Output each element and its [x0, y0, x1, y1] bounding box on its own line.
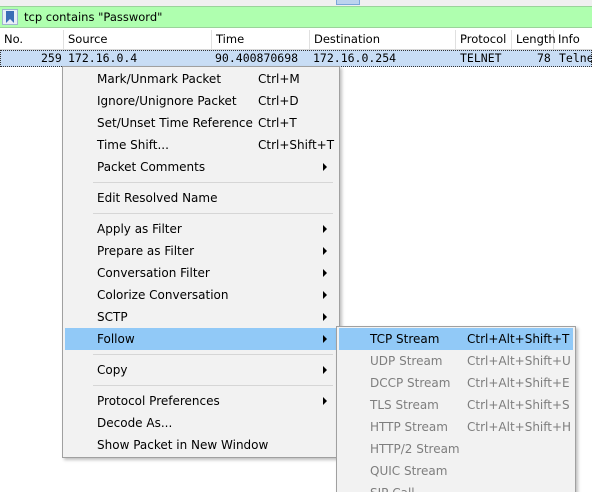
submenu-item-http-stream[interactable]: HTTP Stream Ctrl+Alt+Shift+H: [339, 416, 573, 438]
chevron-right-icon: [323, 291, 327, 299]
toolbar-button-fragment[interactable]: [336, 0, 360, 5]
chevron-right-icon: [323, 269, 327, 277]
packet-protocol: TELNET: [460, 51, 502, 65]
packet-context-menu: Mark/Unmark Packet Ctrl+M Ignore/Unignor…: [62, 66, 340, 458]
menu-separator: [93, 213, 333, 214]
menu-item-show-packet-new-window[interactable]: Show Packet in New Window: [65, 434, 337, 456]
menu-item-mark-unmark-packet[interactable]: Mark/Unmark Packet Ctrl+M: [65, 68, 337, 90]
packet-source: 172.16.0.4: [68, 51, 138, 65]
packet-time: 90.400870698: [215, 51, 299, 65]
submenu-item-sip-call[interactable]: SIP Call: [339, 482, 573, 492]
chevron-right-icon: [323, 247, 327, 255]
submenu-item-tls-stream[interactable]: TLS Stream Ctrl+Alt+Shift+S: [339, 394, 573, 416]
menu-item-copy[interactable]: Copy: [65, 359, 337, 381]
display-filter-bar[interactable]: tcp contains "Password": [0, 6, 592, 28]
menu-item-conversation-filter[interactable]: Conversation Filter: [65, 262, 337, 284]
menu-item-edit-resolved-name[interactable]: Edit Resolved Name: [65, 187, 337, 209]
menu-separator: [93, 182, 333, 183]
column-header-info[interactable]: Info: [554, 30, 592, 49]
column-header-source[interactable]: Source: [64, 30, 212, 49]
submenu-item-quic-stream[interactable]: QUIC Stream: [339, 460, 573, 482]
column-header-length[interactable]: Length: [512, 30, 556, 49]
chevron-right-icon: [323, 225, 327, 233]
follow-submenu: TCP Stream Ctrl+Alt+Shift+T UDP Stream C…: [336, 326, 576, 492]
menu-item-follow[interactable]: Follow: [65, 328, 337, 350]
menu-item-prepare-as-filter[interactable]: Prepare as Filter: [65, 240, 337, 262]
submenu-item-http2-stream[interactable]: HTTP/2 Stream: [339, 438, 573, 460]
packet-no: 259: [41, 51, 62, 65]
submenu-item-udp-stream[interactable]: UDP Stream Ctrl+Alt+Shift+U: [339, 350, 573, 372]
packet-length: 78: [537, 51, 551, 65]
bookmark-icon[interactable]: [2, 9, 18, 25]
menu-item-protocol-preferences[interactable]: Protocol Preferences: [65, 390, 337, 412]
menu-item-ignore-unignore-packet[interactable]: Ignore/Unignore Packet Ctrl+D: [65, 90, 337, 112]
menu-separator: [93, 354, 333, 355]
menu-item-time-shift[interactable]: Time Shift... Ctrl+Shift+T: [65, 134, 337, 156]
column-header-time[interactable]: Time: [212, 30, 310, 49]
packet-destination: 172.16.0.254: [313, 51, 397, 65]
menu-item-set-unset-time-reference[interactable]: Set/Unset Time Reference Ctrl+T: [65, 112, 337, 134]
menu-item-apply-as-filter[interactable]: Apply as Filter: [65, 218, 337, 240]
submenu-item-tcp-stream[interactable]: TCP Stream Ctrl+Alt+Shift+T: [339, 328, 573, 350]
menu-item-sctp[interactable]: SCTP: [65, 306, 337, 328]
column-header-destination[interactable]: Destination: [310, 30, 456, 49]
chevron-right-icon: [323, 366, 327, 374]
column-header-protocol[interactable]: Protocol: [456, 30, 512, 49]
filter-input[interactable]: tcp contains "Password": [24, 10, 162, 24]
chevron-right-icon: [323, 335, 327, 343]
chevron-right-icon: [323, 313, 327, 321]
submenu-item-dccp-stream[interactable]: DCCP Stream Ctrl+Alt+Shift+E: [339, 372, 573, 394]
menu-item-decode-as[interactable]: Decode As...: [65, 412, 337, 434]
chevron-right-icon: [323, 397, 327, 405]
menu-item-packet-comments[interactable]: Packet Comments: [65, 156, 337, 178]
column-header-no[interactable]: No.: [0, 30, 64, 49]
menu-separator: [93, 385, 333, 386]
chevron-right-icon: [323, 163, 327, 171]
packet-info: Telne: [559, 51, 592, 65]
packet-row-selected[interactable]: 259 172.16.0.4 90.400870698 172.16.0.254…: [0, 50, 592, 67]
menu-item-colorize-conversation[interactable]: Colorize Conversation: [65, 284, 337, 306]
packet-list-header: No. Source Time Destination Protocol Len…: [0, 30, 592, 50]
